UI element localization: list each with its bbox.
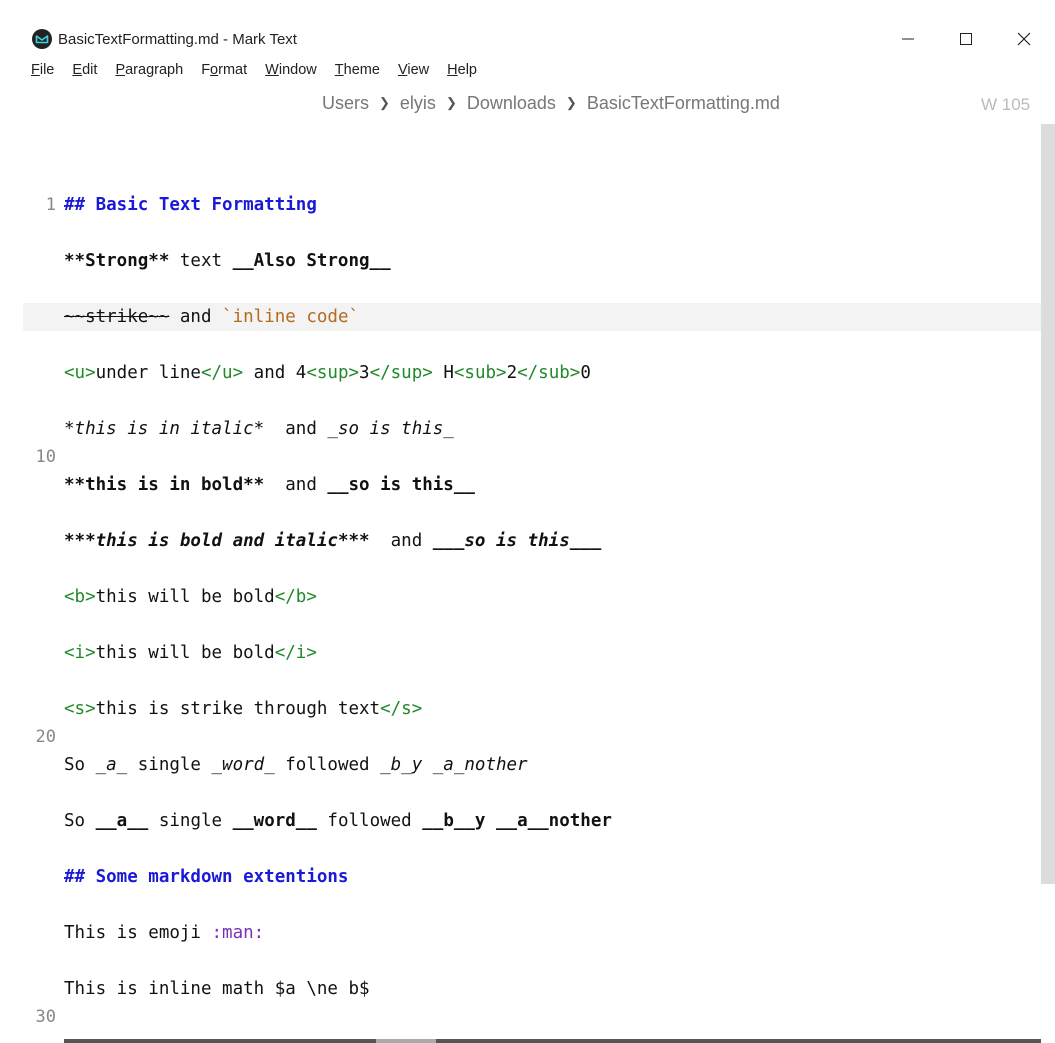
scrollbar-thumb[interactable] (1041, 124, 1055, 884)
maximize-button[interactable] (943, 22, 989, 56)
menu-window[interactable]: Window (265, 62, 317, 78)
chevron-right-icon: ❯ (565, 95, 577, 110)
breadcrumb-item-downloads[interactable]: Downloads (467, 93, 556, 113)
code-line: <i>this will be bold</i> (64, 643, 317, 663)
code-line: ## Basic Text Formatting (64, 195, 317, 215)
menu-edit[interactable]: Edit (72, 62, 97, 78)
code-line: *this is in italic* and _so is this_ (64, 419, 454, 439)
code-line: <b>this will be bold</b> (64, 587, 317, 607)
code-line: **this is in bold** and __so is this__ (64, 475, 475, 495)
code-line: **Strong** text __Also Strong__ (64, 251, 391, 271)
code-line: <s>this is strike through text</s> (64, 699, 423, 719)
code-line: This is inline math $a \ne b$ (64, 979, 370, 999)
code-line: <u>under line</u> and 4<sup>3</sup> H<su… (64, 363, 591, 383)
menu-format[interactable]: Format (201, 62, 247, 78)
mark-text-logo-icon (32, 29, 52, 49)
menu-view[interactable]: View (398, 62, 429, 78)
breadcrumb: Users ❯ elyis ❯ Downloads ❯ BasicTextFormattin… (322, 93, 780, 114)
code-line: So _a_ single _word_ followed _b_y _a_no… (64, 755, 528, 775)
window-title: BasicTextFormatting.md - Mark Text (58, 31, 297, 48)
source-code-editor[interactable]: 1 10 20 30 ## Basic Text Formatting **St… (0, 120, 1041, 1043)
menu-paragraph[interactable]: Paragraph (115, 62, 183, 78)
breadcrumb-item-users[interactable]: Users (322, 93, 369, 113)
breadcrumb-item-file[interactable]: BasicTextFormatting.md (587, 93, 780, 113)
close-icon (1017, 32, 1031, 46)
maximize-icon (960, 33, 972, 45)
menu-file[interactable]: File (31, 62, 54, 78)
menu-bar: File Edit Paragraph Format Window Theme … (31, 62, 491, 78)
code-line: ***this is bold and italic*** and ___so … (64, 531, 602, 551)
minimize-icon (902, 38, 914, 40)
code-line: ~~strike~~ and `inline code` (64, 307, 360, 327)
chevron-right-icon: ❯ (379, 95, 390, 110)
code-line: So __a__ single __word__ followed __b__y… (64, 811, 612, 831)
menu-help[interactable]: Help (447, 62, 477, 78)
code-line: This is emoji :man: (64, 923, 265, 943)
word-count[interactable]: W 105 (981, 95, 1030, 115)
code-line: ## Some markdown extentions (64, 867, 349, 887)
close-button[interactable] (1001, 22, 1047, 56)
line-number: 20 (35, 727, 56, 747)
line-number: 1 (45, 195, 56, 215)
line-number: 30 (35, 1007, 56, 1027)
horizontal-scrollbar[interactable] (64, 1039, 1041, 1043)
chevron-right-icon: ❯ (445, 95, 457, 110)
minimize-button[interactable] (885, 22, 931, 56)
menu-theme[interactable]: Theme (335, 62, 380, 78)
horizontal-scrollbar-thumb[interactable] (376, 1039, 436, 1043)
line-number: 10 (35, 447, 56, 467)
breadcrumb-item-user[interactable]: elyis (400, 93, 436, 113)
